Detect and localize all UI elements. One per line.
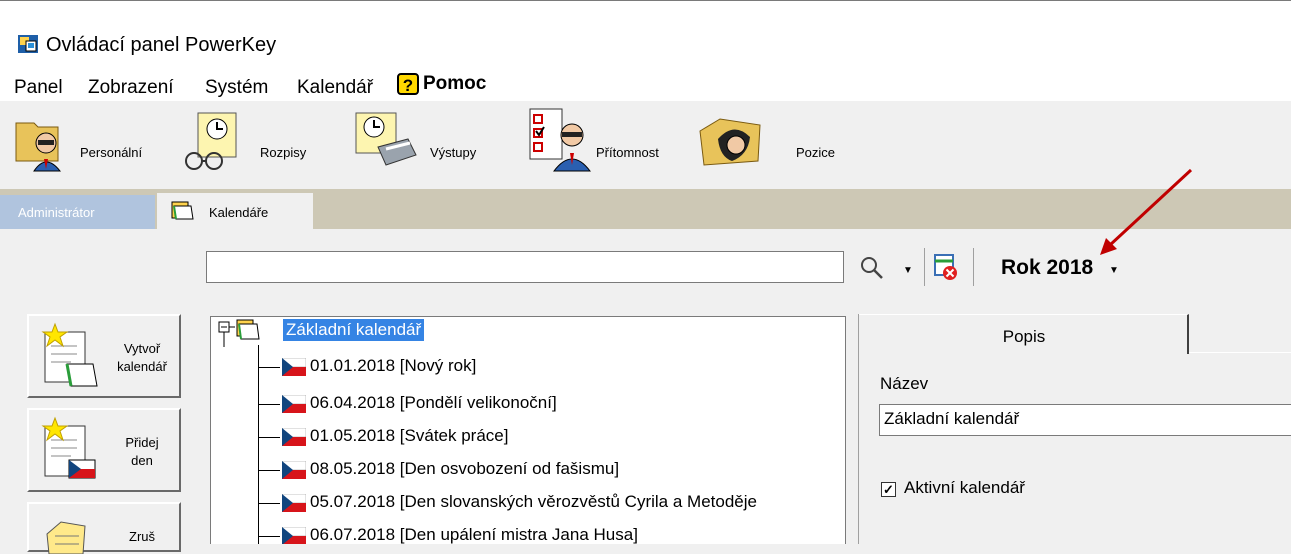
- powerkey-app-icon: [18, 35, 38, 53]
- toolbar-vystupy-label: Výstupy: [430, 145, 477, 160]
- details-panel: Popis Název Základní kalendář ✓ Aktivní …: [858, 314, 1291, 544]
- toolbar-rozpisy-button[interactable]: Rozpisy: [176, 112, 326, 175]
- add-day-button[interactable]: Přidej den: [27, 408, 181, 492]
- menu-kalendar[interactable]: Kalendář: [297, 77, 373, 99]
- tree-connector-line: [258, 345, 259, 544]
- add-holiday-icon: [41, 416, 96, 479]
- czech-flag-icon: [282, 428, 306, 446]
- person-folder-icon: [15, 122, 62, 172]
- tab-strip: Administrátor Kalendáře: [0, 189, 1291, 229]
- menu-bar: Panel Zobrazení Systém Kalendář ? Pomoc: [0, 67, 1291, 101]
- search-icon[interactable]: [860, 256, 884, 280]
- clock-printer-icon: [355, 112, 417, 166]
- toolbar-pozice-button[interactable]: Pozice: [698, 113, 848, 175]
- menu-panel[interactable]: Panel: [14, 77, 63, 99]
- menu-system[interactable]: Systém: [205, 77, 268, 99]
- year-selector[interactable]: Rok 2018: [1001, 256, 1093, 280]
- create-calendar-label: Vytvoř kalendář: [117, 341, 167, 374]
- toolbar-vystupy-button[interactable]: Výstupy: [352, 112, 512, 175]
- czech-flag-icon: [282, 358, 306, 376]
- active-calendar-checkbox[interactable]: ✓: [881, 482, 896, 497]
- tree-item-label: 06.07.2018 [Den upálení mistra Jana Husa…: [310, 525, 638, 544]
- toolbar-pritomnost-button[interactable]: Přítomnost: [528, 108, 688, 175]
- tab-popis[interactable]: Popis: [859, 314, 1189, 354]
- tab-baseline: [1189, 352, 1291, 353]
- tree-item-label: 06.04.2018 [Pondělí velikonoční]: [310, 393, 557, 412]
- czech-flag-icon: [282, 461, 306, 479]
- year-dropdown-caret-icon[interactable]: ▼: [1109, 265, 1119, 276]
- title-bar: Ovládací panel PowerKey: [0, 1, 1291, 67]
- tree-item-label: 01.05.2018 [Svátek práce]: [310, 426, 509, 445]
- calendar-tree[interactable]: Základní kalendář 01.01.2018 [Nový rok] …: [210, 316, 846, 544]
- toolbar-personalni-label: Personální: [80, 145, 143, 160]
- window-title: Ovládací panel PowerKey: [46, 34, 277, 56]
- tab-popis-label: Popis: [1002, 327, 1046, 346]
- toolbar-pritomnost-label: Přítomnost: [596, 145, 659, 160]
- czech-flag-icon: [282, 395, 306, 413]
- separator: [973, 248, 974, 286]
- tab-administrator[interactable]: Administrátor: [0, 195, 155, 229]
- name-label: Název: [880, 374, 929, 393]
- tab-administrator-label: Administrátor: [18, 205, 95, 220]
- tree-item-label: 08.05.2018 [Den osvobození od fašismu]: [310, 459, 620, 478]
- help-question-icon: ?: [397, 73, 419, 95]
- tree-root-label[interactable]: Základní kalendář: [283, 319, 425, 341]
- menu-help-label: Pomoc: [423, 73, 487, 94]
- create-calendar-button[interactable]: Vytvoř kalendář: [27, 314, 181, 398]
- attendance-checklist-icon: [529, 108, 592, 172]
- calendar-delete-icon[interactable]: [933, 253, 959, 281]
- name-field[interactable]: Základní kalendář: [879, 404, 1291, 436]
- tab-kalendare-label: Kalendáře: [209, 205, 269, 220]
- clock-schedule-icon: [185, 112, 237, 170]
- search-options-caret-icon[interactable]: ▼: [903, 265, 913, 276]
- search-input[interactable]: [206, 251, 844, 283]
- toolbar-personalni-button[interactable]: Personální: [14, 113, 164, 175]
- separator: [924, 248, 925, 286]
- position-folder-icon: [699, 118, 761, 166]
- toolbar: Personální Rozpisy Výstupy Přítomnost Po…: [0, 101, 1291, 189]
- tree-item-label: 05.07.2018 [Den slovanských věrozvěstů C…: [310, 492, 757, 511]
- tab-kalendare[interactable]: Kalendáře: [157, 193, 313, 229]
- tree-item-label: 01.01.2018 [Nový rok]: [310, 356, 477, 375]
- czech-flag-icon: [282, 494, 306, 512]
- new-calendar-icon: [41, 322, 98, 387]
- toolbar-pozice-label: Pozice: [796, 145, 836, 160]
- czech-flag-icon: [282, 527, 306, 544]
- calendar-icon: [171, 201, 194, 220]
- delete-calendar-icon: [46, 521, 86, 554]
- active-calendar-label: Aktivní kalendář: [904, 478, 1025, 497]
- add-day-label: Přidej den: [125, 435, 159, 468]
- delete-button[interactable]: Zruš: [27, 502, 181, 554]
- menu-help[interactable]: ? Pomoc: [397, 73, 486, 95]
- tree-root-node-icons: [218, 319, 260, 347]
- menu-zobrazeni[interactable]: Zobrazení: [88, 77, 174, 99]
- toolbar-rozpisy-label: Rozpisy: [260, 145, 307, 160]
- delete-label: Zruš: [129, 529, 155, 544]
